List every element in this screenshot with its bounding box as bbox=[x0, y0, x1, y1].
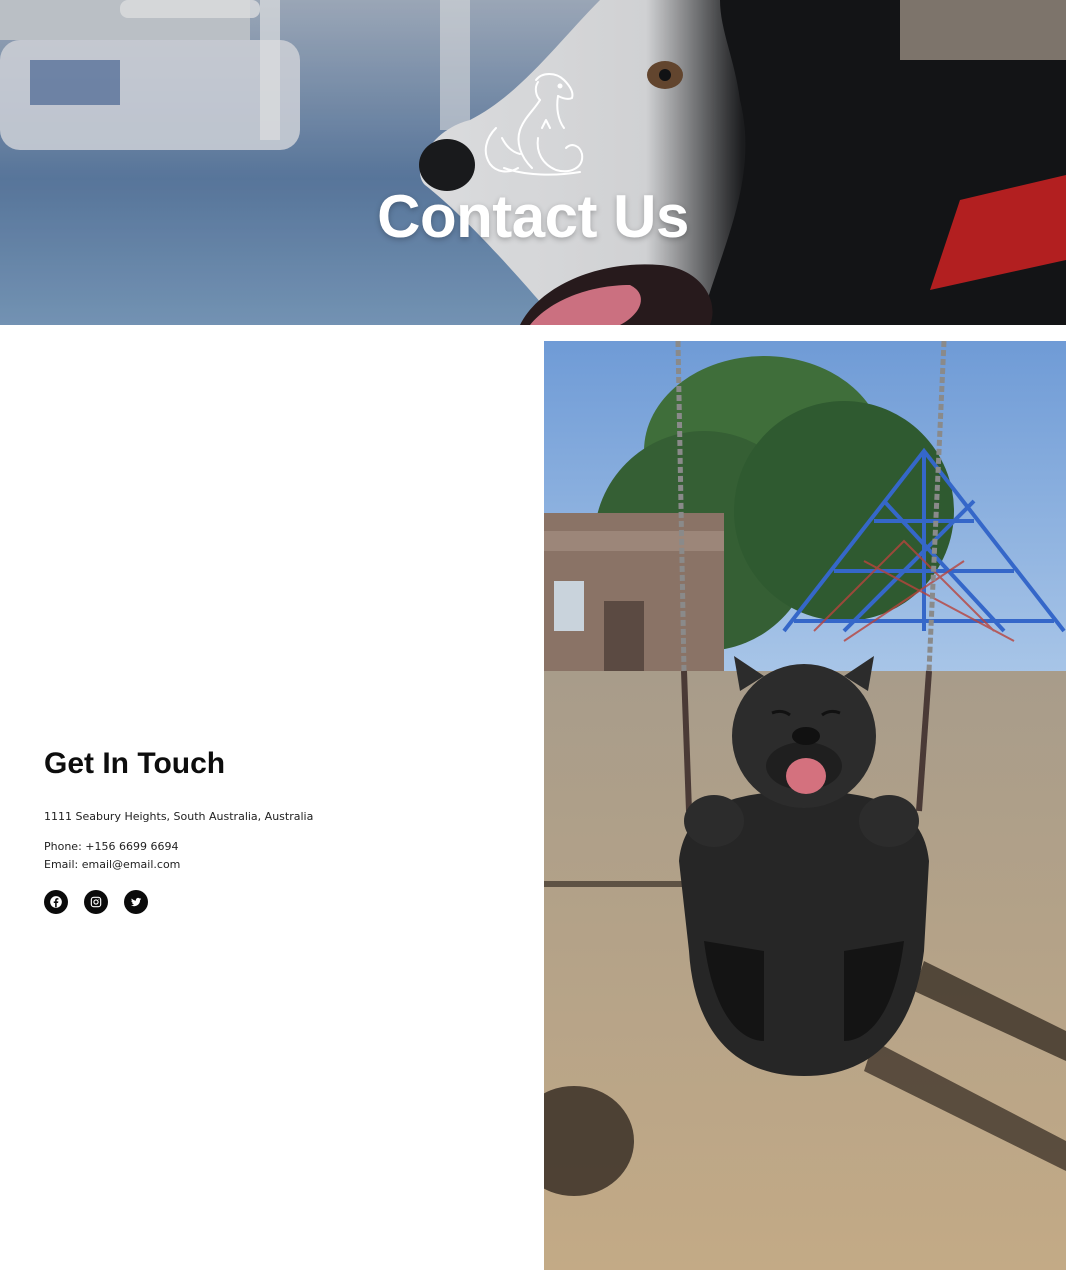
contact-email: Email: email@email.com bbox=[44, 858, 181, 871]
social-links bbox=[44, 890, 504, 914]
facebook-icon bbox=[50, 896, 62, 908]
instagram-link[interactable] bbox=[84, 890, 108, 914]
dog-cat-logo-icon bbox=[484, 73, 584, 176]
contact-phone: Phone: +156 6699 6694 bbox=[44, 840, 179, 853]
contact-address: 1111 Seabury Heights, South Australia, A… bbox=[44, 810, 314, 823]
page-title: Contact Us bbox=[377, 183, 689, 250]
instagram-icon bbox=[90, 896, 102, 908]
hero-banner: Contact Us bbox=[0, 0, 1066, 325]
twitter-icon bbox=[130, 897, 142, 907]
french-bulldog-swing-image bbox=[544, 341, 1066, 1270]
contact-section: Get In Touch 1111 Seabury Heights, South… bbox=[44, 744, 504, 914]
bulldog-swing-photo bbox=[544, 341, 1066, 1270]
facebook-link[interactable] bbox=[44, 890, 68, 914]
twitter-link[interactable] bbox=[124, 890, 148, 914]
contact-heading: Get In Touch bbox=[44, 747, 226, 780]
